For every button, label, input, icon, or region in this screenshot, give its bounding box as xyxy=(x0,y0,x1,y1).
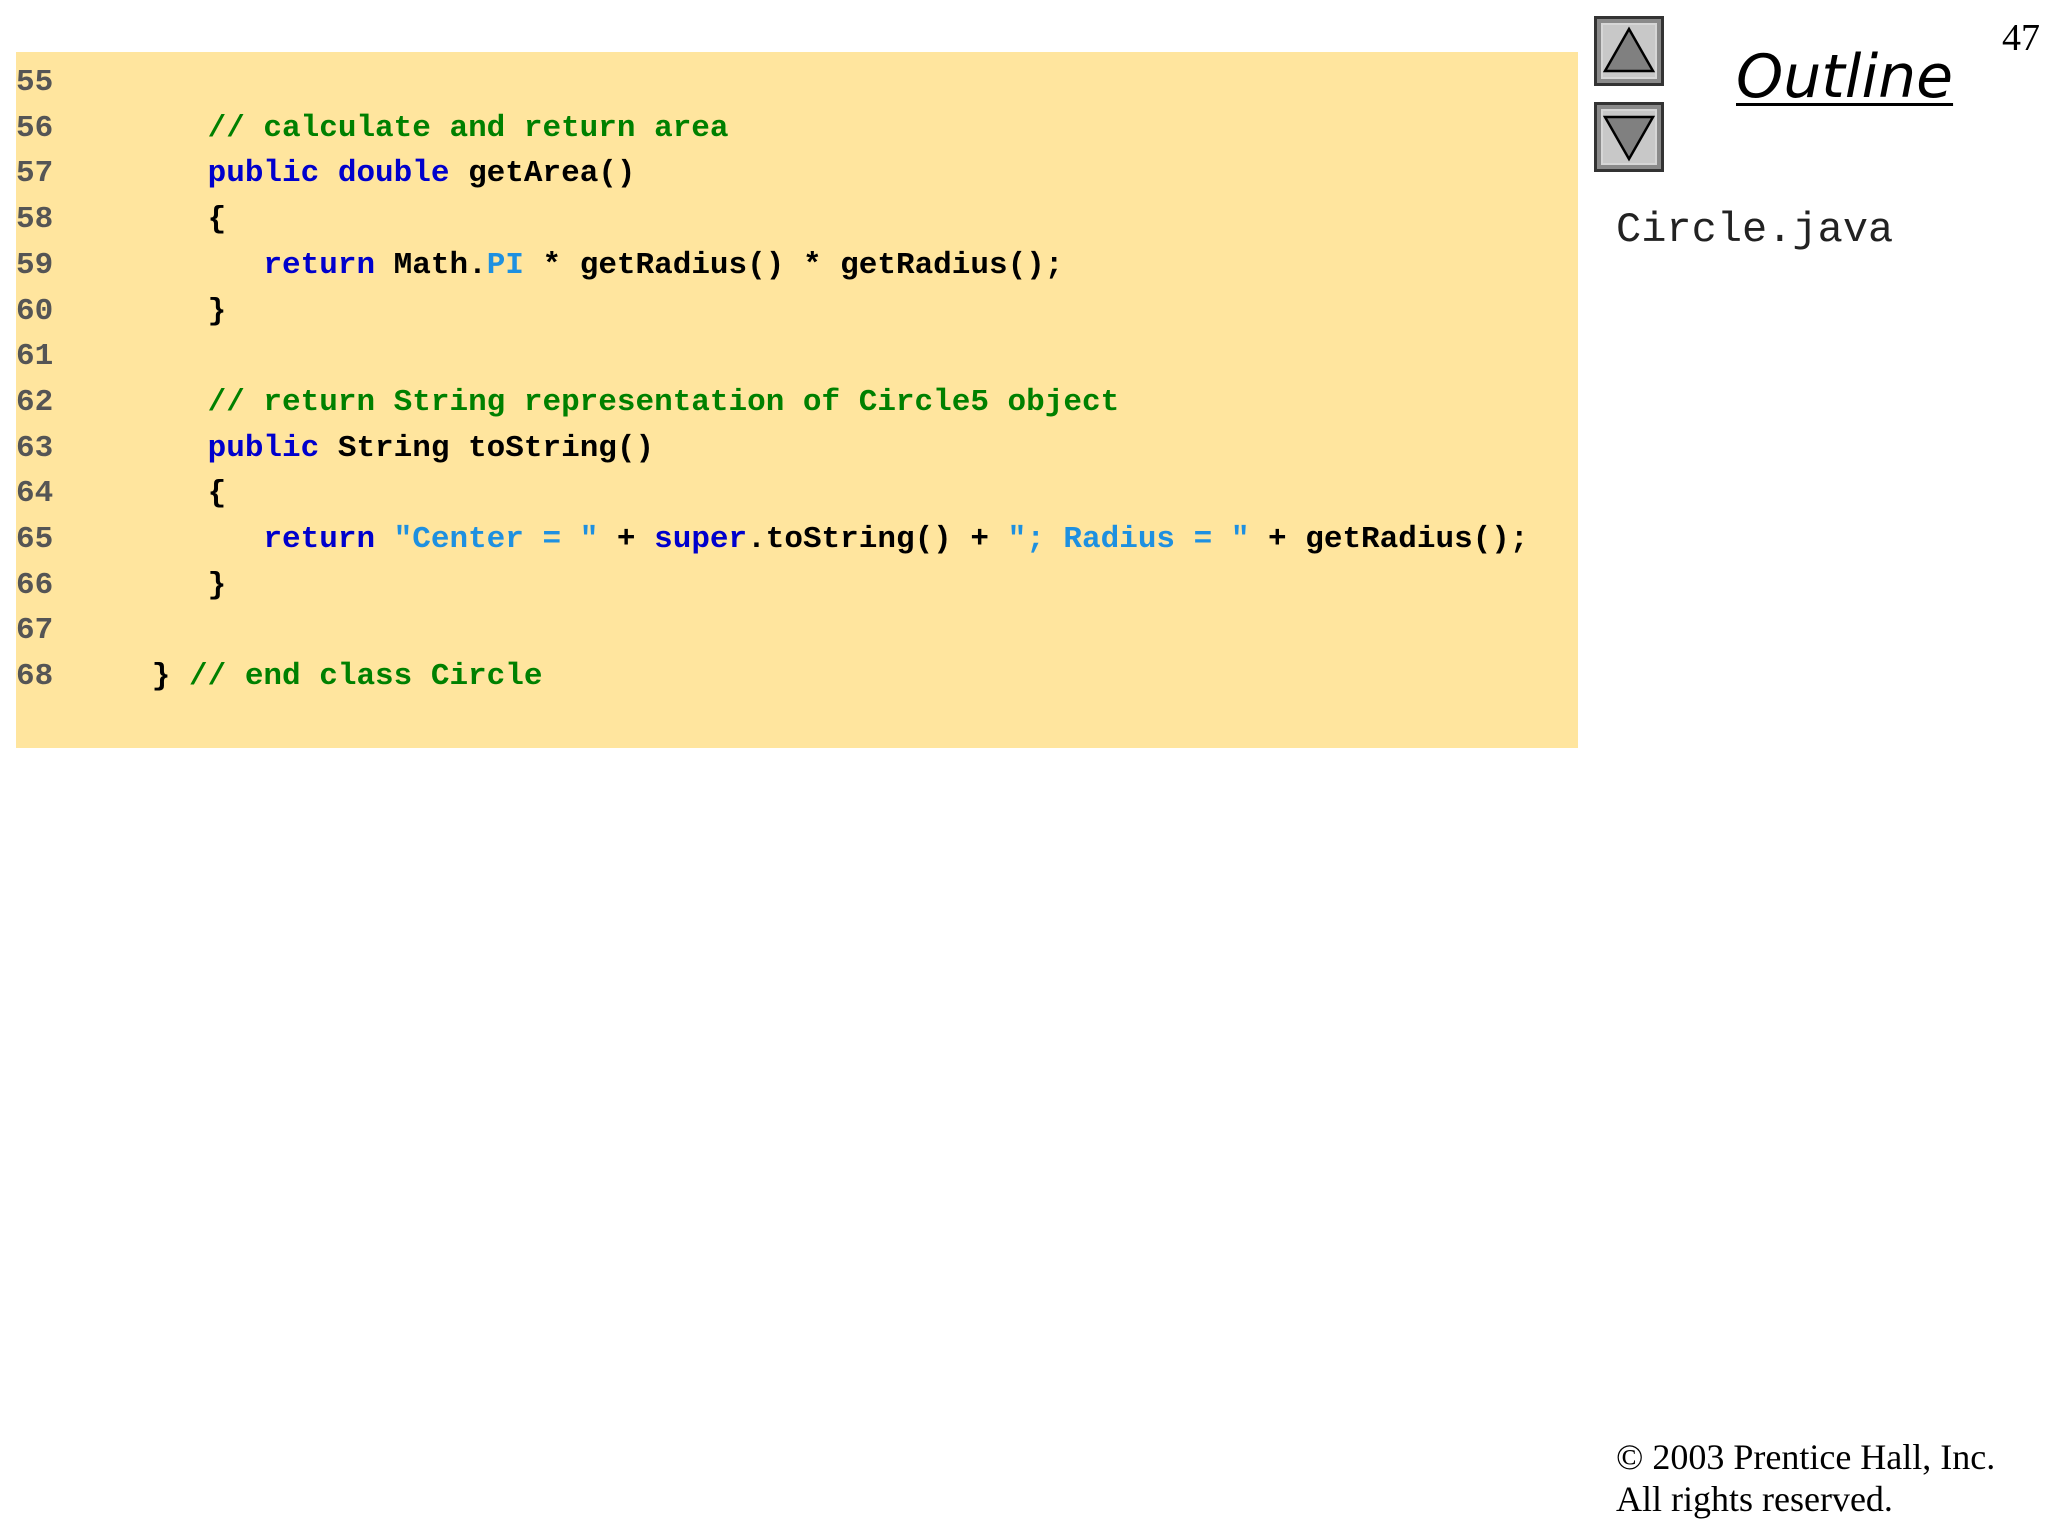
code-token-plain: } xyxy=(96,659,190,695)
line-number: 65 xyxy=(16,522,54,557)
code-line: 65 return "Center = " + super.toString()… xyxy=(16,517,1528,563)
page-number: 47 xyxy=(2002,17,2040,59)
code-token-string-literal: PI xyxy=(486,247,524,283)
code-line: 55 xyxy=(16,60,96,106)
code-token-plain: + getRadius(); xyxy=(1249,522,1529,557)
line-number: 66 xyxy=(16,567,54,603)
outline-heading: Outline xyxy=(1736,42,1954,112)
code-token-keyword: public xyxy=(207,430,320,466)
code-token-comment: // end class Circle xyxy=(189,659,543,695)
slide: 47 55 56 // calculate and return area 57 p… xyxy=(0,0,2048,1536)
line-number: 68 xyxy=(16,659,54,695)
code-line: 58 { xyxy=(16,197,226,243)
code-line: 60 } xyxy=(16,289,226,335)
code-line: 63 public String toString() xyxy=(16,426,654,472)
code-line: 57 public double getArea() xyxy=(16,151,636,197)
line-number: 55 xyxy=(16,65,54,100)
copyright-notice: © 2003 Prentice Hall, Inc. All rights re… xyxy=(1616,1436,1995,1520)
code-token-plain: .toString() + xyxy=(747,522,1008,557)
code-line: 61 xyxy=(16,334,96,380)
code-token-plain: + xyxy=(598,522,655,557)
code-token-plain: { xyxy=(96,476,227,512)
code-token-keyword: return xyxy=(263,247,376,283)
code-line: 64 { xyxy=(16,471,226,517)
code-line: 67 xyxy=(16,608,96,654)
rights-line: All rights reserved. xyxy=(1616,1479,1893,1519)
code-listing: 55 56 // calculate and return area 57 publ… xyxy=(16,52,1578,748)
code-line: 59 return Math.PI * getRadius() * getRad… xyxy=(16,243,1063,289)
line-number: 67 xyxy=(16,613,54,649)
code-token-plain: String toString() xyxy=(319,430,655,466)
code-line: 68 } // end class Circle xyxy=(16,654,542,700)
code-token-comment: // return String representation of Circl… xyxy=(207,384,1120,420)
line-number: 59 xyxy=(16,247,54,283)
code-token-keyword: return xyxy=(263,522,376,557)
code-token-keyword: public double xyxy=(207,156,450,192)
code-token-plain: } xyxy=(96,567,227,603)
line-number: 63 xyxy=(16,430,54,466)
line-number: 64 xyxy=(16,476,54,512)
line-number: 61 xyxy=(16,339,54,375)
file-name-label: Circle.java xyxy=(1616,206,1894,254)
code-token-plain: getArea() xyxy=(449,156,636,192)
code-token-comment: // calculate and return area xyxy=(207,110,729,146)
line-number: 58 xyxy=(16,202,54,238)
code-line: 62 // return String representation of Ci… xyxy=(16,380,1119,426)
triangle-up-icon xyxy=(1602,26,1656,73)
line-number: 62 xyxy=(16,384,54,420)
next-slide-button[interactable] xyxy=(1594,102,1664,172)
line-number: 60 xyxy=(16,293,54,329)
line-number: 57 xyxy=(16,156,54,192)
copyright-line: © 2003 Prentice Hall, Inc. xyxy=(1616,1437,1996,1477)
code-token-plain: * getRadius() * getRadius(); xyxy=(523,247,1064,283)
previous-slide-button[interactable] xyxy=(1594,16,1664,86)
code-line: 56 // calculate and return area xyxy=(16,106,729,152)
code-token-string-literal: "Center = " xyxy=(393,522,599,557)
code-token-plain: { xyxy=(96,202,227,238)
code-token-plain: } xyxy=(96,293,227,329)
code-token-plain: Math. xyxy=(375,247,487,283)
triangle-down-icon xyxy=(1602,115,1656,162)
code-token-keyword: super xyxy=(654,522,748,557)
line-number: 56 xyxy=(16,110,54,146)
code-line: 66 } xyxy=(16,563,226,609)
code-token-string-literal: "; Radius = " xyxy=(1007,522,1250,557)
